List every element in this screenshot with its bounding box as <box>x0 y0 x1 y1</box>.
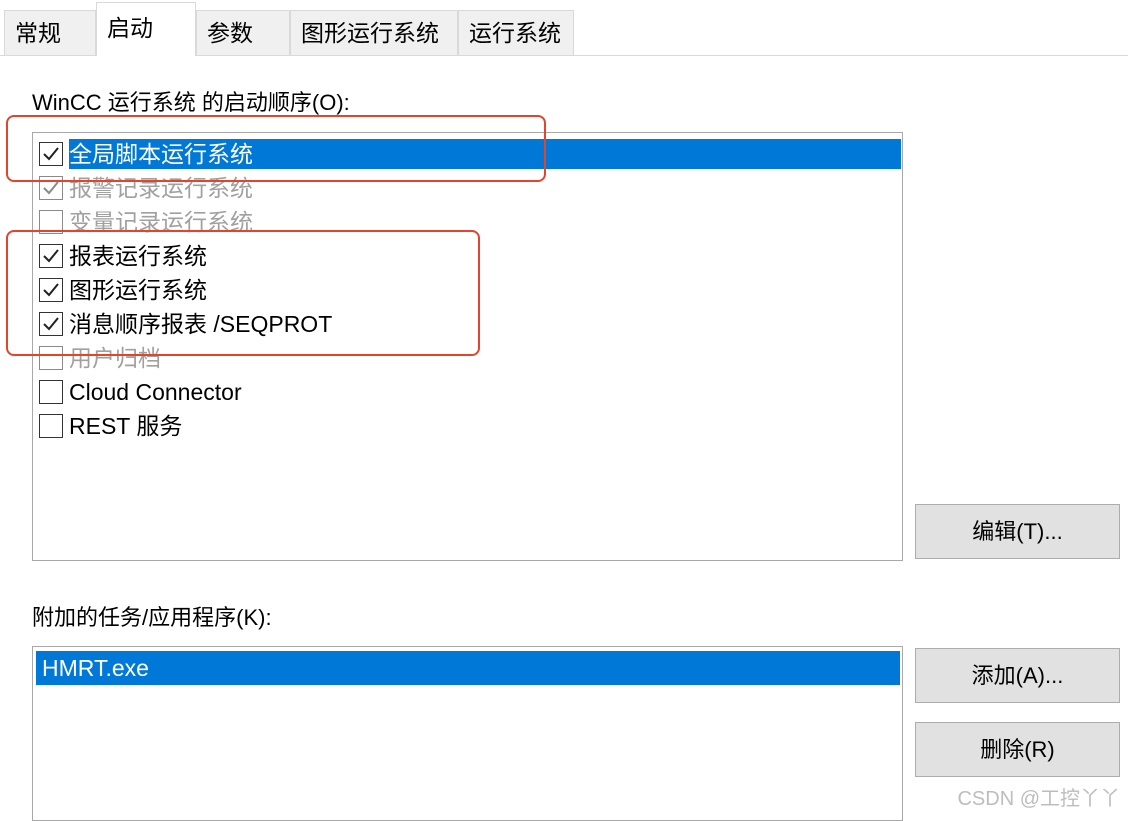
checkbox[interactable] <box>39 278 63 302</box>
checkbox[interactable] <box>39 244 63 268</box>
tab-runtime[interactable]: 运行系统 <box>458 10 574 55</box>
list-item-label: Cloud Connector <box>69 379 242 405</box>
checkbox[interactable] <box>39 346 63 370</box>
list-item-label: 报表运行系统 <box>69 243 207 269</box>
tab-graphics-runtime[interactable]: 图形运行系统 <box>290 10 458 55</box>
list-item-label: 消息顺序报表 /SEQPROT <box>69 311 333 337</box>
additional-tasks-label: 附加的任务/应用程序(K): <box>32 605 272 630</box>
list-item-label: 用户归档 <box>69 345 161 371</box>
checkbox[interactable] <box>39 312 63 336</box>
checkbox[interactable] <box>39 176 63 200</box>
add-button[interactable]: 添加(A)... <box>915 648 1120 703</box>
checkbox[interactable] <box>39 380 63 404</box>
list-item-label: 图形运行系统 <box>69 277 207 303</box>
check-icon <box>43 147 59 161</box>
checkbox[interactable] <box>39 142 63 166</box>
startup-order-list[interactable]: 全局脚本运行系统 报警记录运行系统 变量记录运行系统 报表运行系统 图形运行系统… <box>32 132 903 561</box>
list-item-label: 报警记录运行系统 <box>69 175 253 201</box>
delete-button[interactable]: 删除(R) <box>915 722 1120 777</box>
watermark: CSDN @工控丫丫 <box>957 788 1120 810</box>
list-item-label: REST 服务 <box>69 413 183 439</box>
tab-parameters[interactable]: 参数 <box>196 10 290 55</box>
startup-order-label: WinCC 运行系统 的启动顺序(O): <box>32 90 350 115</box>
additional-tasks-list[interactable]: HMRT.exe <box>32 646 903 821</box>
list-item-label: 变量记录运行系统 <box>69 209 253 235</box>
tab-startup[interactable]: 启动 <box>96 2 196 56</box>
edit-button[interactable]: 编辑(T)... <box>915 504 1120 559</box>
tab-general[interactable]: 常规 <box>4 10 96 55</box>
list-item[interactable]: HMRT.exe <box>36 651 900 685</box>
list-item-label: 全局脚本运行系统 <box>69 139 901 169</box>
checkbox[interactable] <box>39 414 63 438</box>
tab-strip: 常规 启动 参数 图形运行系统 运行系统 <box>0 0 1128 56</box>
checkbox[interactable] <box>39 210 63 234</box>
check-icon <box>43 249 59 263</box>
check-icon <box>43 283 59 297</box>
check-icon <box>43 317 59 331</box>
check-icon <box>43 181 59 195</box>
list-item[interactable]: 全局脚本运行系统 <box>35 137 901 171</box>
